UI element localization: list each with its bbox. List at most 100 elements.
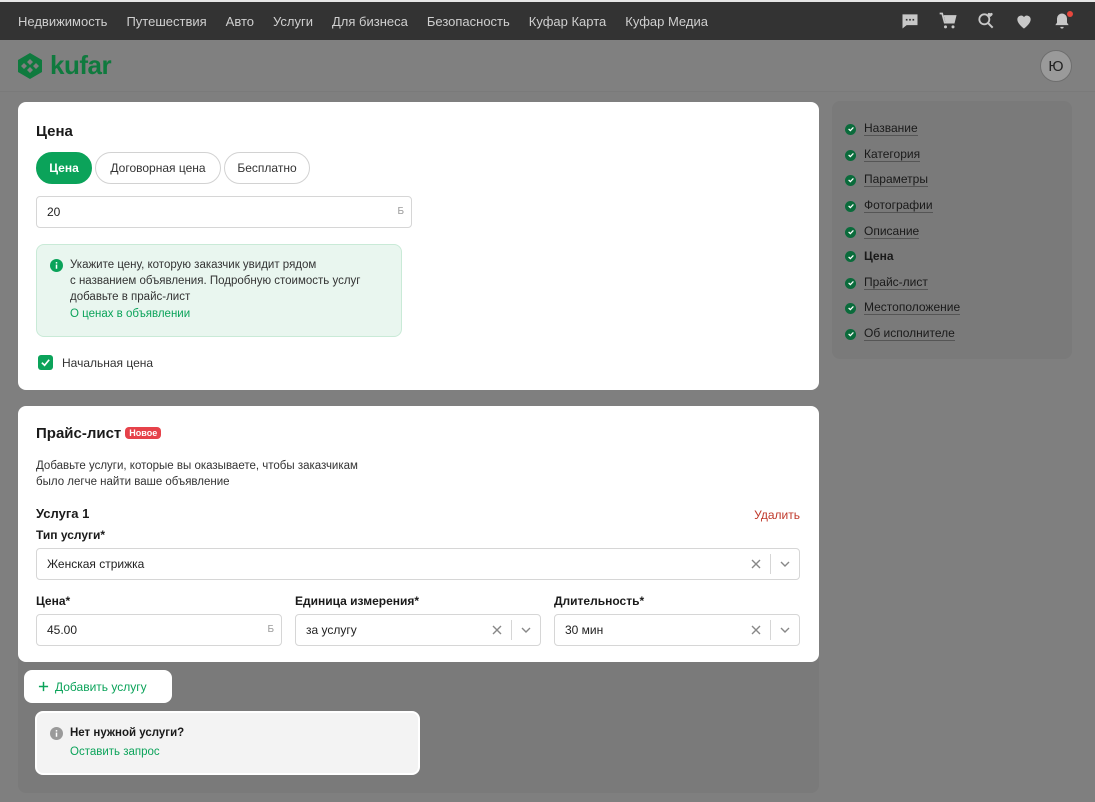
chevron-down-icon[interactable]	[512, 624, 540, 636]
unit-controls	[483, 615, 540, 645]
info-text-line-1: Укажите цену, которую заказчик увидит ря…	[70, 259, 317, 271]
service-type-label: Тип услуги*	[36, 528, 106, 542]
service-price-value: 45.00	[47, 623, 78, 637]
new-badge: Новое	[125, 427, 162, 439]
duration-label: Длительность*	[554, 594, 645, 608]
sidebar-item-description[interactable]: Описание	[845, 224, 920, 239]
check-circle-icon	[845, 174, 856, 186]
check-circle-icon	[845, 277, 856, 289]
sidebar-item-pricelist[interactable]: Прайс-лист	[845, 276, 928, 290]
nav-link-travel[interactable]: Путешествия	[126, 14, 206, 29]
leave-request-link[interactable]: Оставить запрос	[70, 746, 160, 758]
top-nav-links: Недвижимость Путешествия Авто Услуги Для…	[0, 14, 727, 29]
chevron-down-icon[interactable]	[771, 624, 799, 636]
sidebar-item-label: Название	[864, 121, 918, 136]
notification-dot	[1067, 11, 1073, 17]
pricelist-card: Прайс-лист Новое Добавьте услуги, которые…	[18, 406, 819, 662]
sidebar-item-label: Прайс-лист	[864, 275, 928, 290]
service-price-label: Цена*	[36, 594, 71, 608]
sidebar-item-label: Об исполнителе	[864, 326, 955, 341]
delete-service-button[interactable]: Удалить	[754, 508, 800, 522]
sidebar-item-name[interactable]: Название	[845, 122, 918, 136]
check-circle-icon	[845, 328, 856, 340]
logo-text: kufar	[50, 50, 112, 80]
user-avatar[interactable]: Ю	[1040, 50, 1072, 82]
pricelist-title: Прайс-лист	[36, 425, 122, 442]
price-section-title: Цена	[36, 123, 73, 140]
nav-link-auto[interactable]: Авто	[226, 14, 254, 29]
clear-icon[interactable]	[483, 624, 511, 636]
sidebar-item-label: Фотографии	[864, 198, 933, 213]
add-service-button[interactable]: Добавить услугу	[24, 670, 172, 703]
duration-select[interactable]: 30 мин	[554, 614, 800, 646]
initial-price-checkbox[interactable]	[38, 355, 53, 370]
sidebar-item-label: Категория	[864, 147, 921, 162]
service-type-value: Женская стрижка	[47, 557, 145, 571]
bell-icon[interactable]	[1051, 10, 1073, 32]
currency-icon: Б	[267, 624, 274, 635]
no-service-box: Нет нужной услуги? Оставить запрос	[35, 711, 420, 775]
sidebar-item-about[interactable]: Об исполнителе	[845, 327, 955, 341]
check-circle-icon	[845, 302, 856, 314]
top-icons	[883, 10, 1073, 32]
sidebar-item-label: Описание	[864, 224, 920, 239]
service-price-input[interactable]: 45.00 Б	[36, 614, 282, 646]
check-circle-icon	[845, 200, 856, 212]
price-info-link[interactable]: О ценах в объявлении	[70, 308, 361, 320]
nav-link-kufar-map[interactable]: Куфар Карта	[529, 14, 606, 29]
unit-label: Единица измерения*	[295, 594, 420, 608]
sidebar-item-label: Цена	[864, 249, 894, 263]
check-circle-icon	[845, 226, 856, 238]
info-icon	[50, 259, 63, 272]
price-type-selector: Цена Договорная цена Бесплатно	[36, 152, 313, 184]
clear-icon[interactable]	[742, 558, 770, 570]
pricelist-description-line-1: Добавьте услуги, которые вы оказываете, …	[36, 460, 358, 472]
info-text-line-3: добавьте в прайс-лист	[70, 291, 191, 303]
nav-link-kufar-media[interactable]: Куфар Медиа	[625, 14, 708, 29]
price-info-box: Укажите цену, которую заказчик увидит ря…	[36, 244, 402, 337]
sidebar-item-price[interactable]: Цена	[845, 250, 894, 263]
price-option-free[interactable]: Бесплатно	[224, 152, 310, 184]
price-input[interactable]: 20 Б	[36, 196, 412, 228]
kufar-logo[interactable]: kufar	[16, 50, 112, 81]
chat-icon[interactable]	[899, 10, 921, 32]
chevron-down-icon[interactable]	[771, 558, 799, 570]
service-type-select[interactable]: Женская стрижка	[36, 548, 800, 580]
add-service-label: Добавить услугу	[55, 679, 147, 694]
currency-icon: Б	[397, 206, 404, 217]
no-service-title: Нет нужной услуги?	[70, 727, 185, 739]
sidebar-item-label: Местоположение	[864, 300, 961, 315]
unit-select[interactable]: за услугу	[295, 614, 541, 646]
sidebar-item-parameters[interactable]: Параметры	[845, 173, 928, 187]
heart-icon[interactable]	[1013, 10, 1035, 32]
kufar-logo-icon	[18, 52, 42, 79]
check-circle-icon	[845, 123, 856, 135]
nav-link-services[interactable]: Услуги	[273, 14, 313, 29]
unit-value: за услугу	[306, 623, 357, 637]
site-header: kufar Ю	[0, 40, 1095, 92]
price-input-value: 20	[47, 205, 61, 219]
pricelist-description: Добавьте услуги, которые вы оказываете, …	[36, 458, 358, 490]
price-option-negotiable[interactable]: Договорная цена	[95, 152, 221, 184]
sidebar-item-category[interactable]: Категория	[845, 147, 921, 162]
sidebar-item-location[interactable]: Местоположение	[845, 300, 961, 315]
clear-icon[interactable]	[742, 624, 770, 636]
check-circle-icon	[845, 251, 856, 262]
check-circle-icon	[845, 149, 856, 161]
nav-link-business[interactable]: Для бизнеса	[332, 14, 408, 29]
cart-icon[interactable]	[937, 10, 959, 32]
pricelist-header: Прайс-лист Новое	[36, 425, 162, 443]
price-option-fixed[interactable]: Цена	[36, 152, 92, 184]
initial-price-label[interactable]: Начальная цена	[62, 356, 153, 370]
nav-link-security[interactable]: Безопасность	[427, 14, 510, 29]
top-navigation-bar: Недвижимость Путешествия Авто Услуги Для…	[0, 0, 1095, 40]
service-type-controls	[742, 549, 799, 579]
sidebar-item-photos[interactable]: Фотографии	[845, 199, 933, 213]
pricelist-description-line-2: было легче найти ваше объявление	[36, 476, 230, 488]
info-icon	[50, 727, 63, 740]
search-heart-icon[interactable]	[975, 10, 997, 32]
info-text-line-2: с названием объявления. Подробную стоимо…	[70, 275, 361, 287]
form-progress-sidebar: Название Категория Параметры Фотографии …	[832, 101, 1072, 359]
nav-link-realty[interactable]: Недвижимость	[18, 14, 107, 29]
service-title: Услуга 1	[36, 506, 90, 521]
